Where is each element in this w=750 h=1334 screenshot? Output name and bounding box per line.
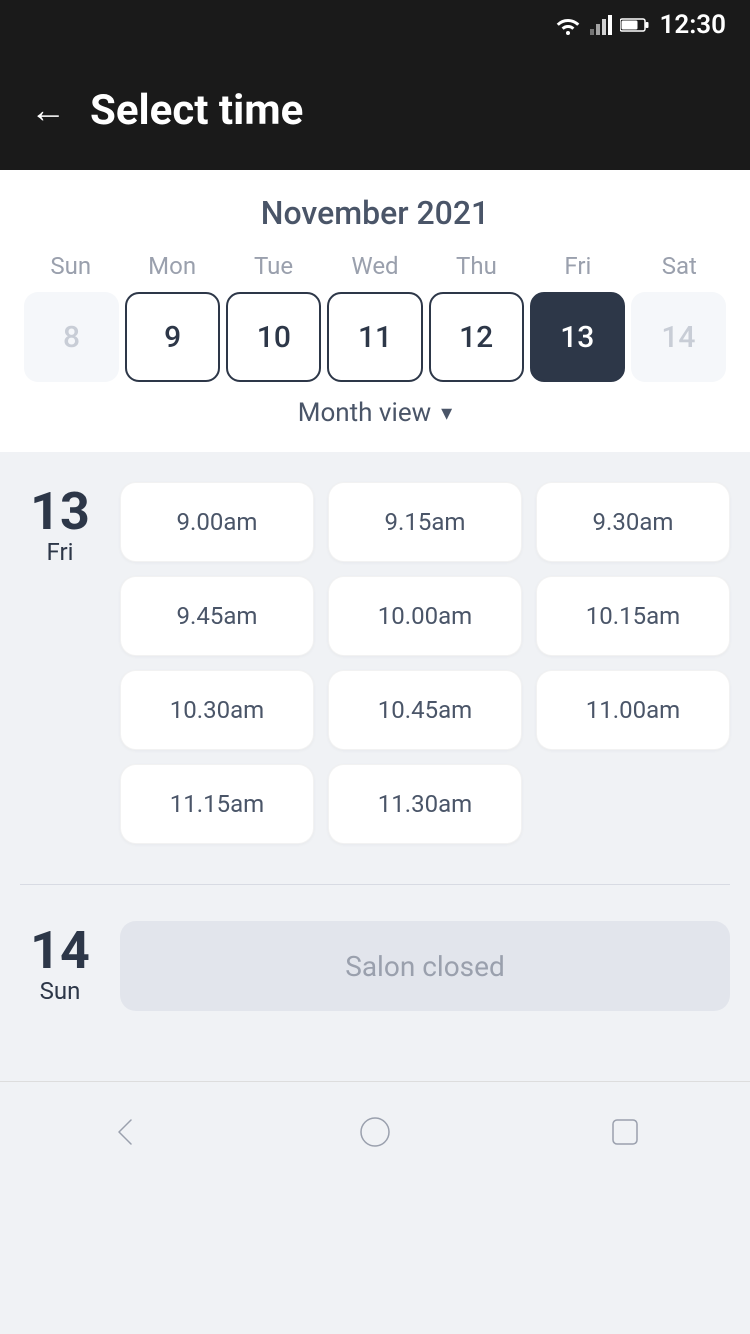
date-13[interactable]: 13 bbox=[530, 292, 625, 382]
time-slot-1030[interactable]: 10.30am bbox=[120, 670, 314, 750]
day-header-sat: Sat bbox=[629, 252, 730, 280]
home-nav-icon bbox=[357, 1114, 393, 1150]
slots-grid-13: 9.00am 9.15am 9.30am 9.45am 10.00am 10.1… bbox=[120, 482, 730, 844]
nav-back-button[interactable] bbox=[95, 1102, 155, 1162]
date-14: 14 bbox=[631, 292, 726, 382]
time-slot-1000[interactable]: 10.00am bbox=[328, 576, 522, 656]
day-name-14: Sun bbox=[40, 977, 81, 1005]
day-header-fri: Fri bbox=[527, 252, 628, 280]
battery-icon bbox=[620, 17, 650, 33]
nav-home-button[interactable] bbox=[345, 1102, 405, 1162]
time-slot-930[interactable]: 9.30am bbox=[536, 482, 730, 562]
recents-nav-icon bbox=[607, 1114, 643, 1150]
day-header-sun: Sun bbox=[20, 252, 121, 280]
time-slot-945[interactable]: 9.45am bbox=[120, 576, 314, 656]
day-label-14: 14 Sun bbox=[20, 921, 100, 1011]
day-header-tue: Tue bbox=[223, 252, 324, 280]
day-number-14: 14 bbox=[30, 925, 90, 977]
time-slot-1115[interactable]: 11.15am bbox=[120, 764, 314, 844]
month-view-label: Month view bbox=[298, 398, 431, 428]
date-10[interactable]: 10 bbox=[226, 292, 321, 382]
time-section: 13 Fri 9.00am 9.15am 9.30am 9.45am 10.00… bbox=[0, 452, 750, 1081]
time-slot-900[interactable]: 9.00am bbox=[120, 482, 314, 562]
time-slot-1100[interactable]: 11.00am bbox=[536, 670, 730, 750]
day-number-13: 13 bbox=[30, 486, 90, 538]
nav-recents-button[interactable] bbox=[595, 1102, 655, 1162]
month-view-toggle[interactable]: Month view ▾ bbox=[20, 382, 730, 436]
day-divider bbox=[20, 884, 730, 885]
app-header: ← Select time bbox=[0, 50, 750, 170]
day-header-thu: Thu bbox=[426, 252, 527, 280]
back-button[interactable]: ← bbox=[30, 92, 66, 128]
day-headers: Sun Mon Tue Wed Thu Fri Sat bbox=[20, 252, 730, 280]
day-block-13: 13 Fri 9.00am 9.15am 9.30am 9.45am 10.00… bbox=[20, 482, 730, 844]
status-bar: 12:30 bbox=[0, 0, 750, 50]
chevron-down-icon: ▾ bbox=[441, 401, 452, 426]
day-header-mon: Mon bbox=[121, 252, 222, 280]
back-nav-icon bbox=[107, 1114, 143, 1150]
date-11[interactable]: 11 bbox=[327, 292, 422, 382]
status-icons bbox=[554, 15, 650, 35]
date-9[interactable]: 9 bbox=[125, 292, 220, 382]
status-time: 12:30 bbox=[660, 10, 727, 40]
day-header-wed: Wed bbox=[324, 252, 425, 280]
date-row: 8 9 10 11 12 13 14 bbox=[20, 292, 730, 382]
calendar-section: November 2021 Sun Mon Tue Wed Thu Fri Sa… bbox=[0, 170, 750, 452]
wifi-icon bbox=[554, 15, 582, 35]
bottom-nav bbox=[0, 1081, 750, 1181]
date-8: 8 bbox=[24, 292, 119, 382]
day-name-13: Fri bbox=[47, 538, 74, 566]
salon-closed-message: Salon closed bbox=[120, 921, 730, 1011]
page-title: Select time bbox=[90, 86, 303, 135]
signal-icon bbox=[590, 15, 612, 35]
time-slot-1015[interactable]: 10.15am bbox=[536, 576, 730, 656]
day-label-13: 13 Fri bbox=[20, 482, 100, 844]
month-label: November 2021 bbox=[20, 194, 730, 232]
time-slot-1130[interactable]: 11.30am bbox=[328, 764, 522, 844]
time-slot-915[interactable]: 9.15am bbox=[328, 482, 522, 562]
day-block-14: 14 Sun Salon closed bbox=[20, 921, 730, 1011]
time-slot-1045[interactable]: 10.45am bbox=[328, 670, 522, 750]
date-12[interactable]: 12 bbox=[429, 292, 524, 382]
